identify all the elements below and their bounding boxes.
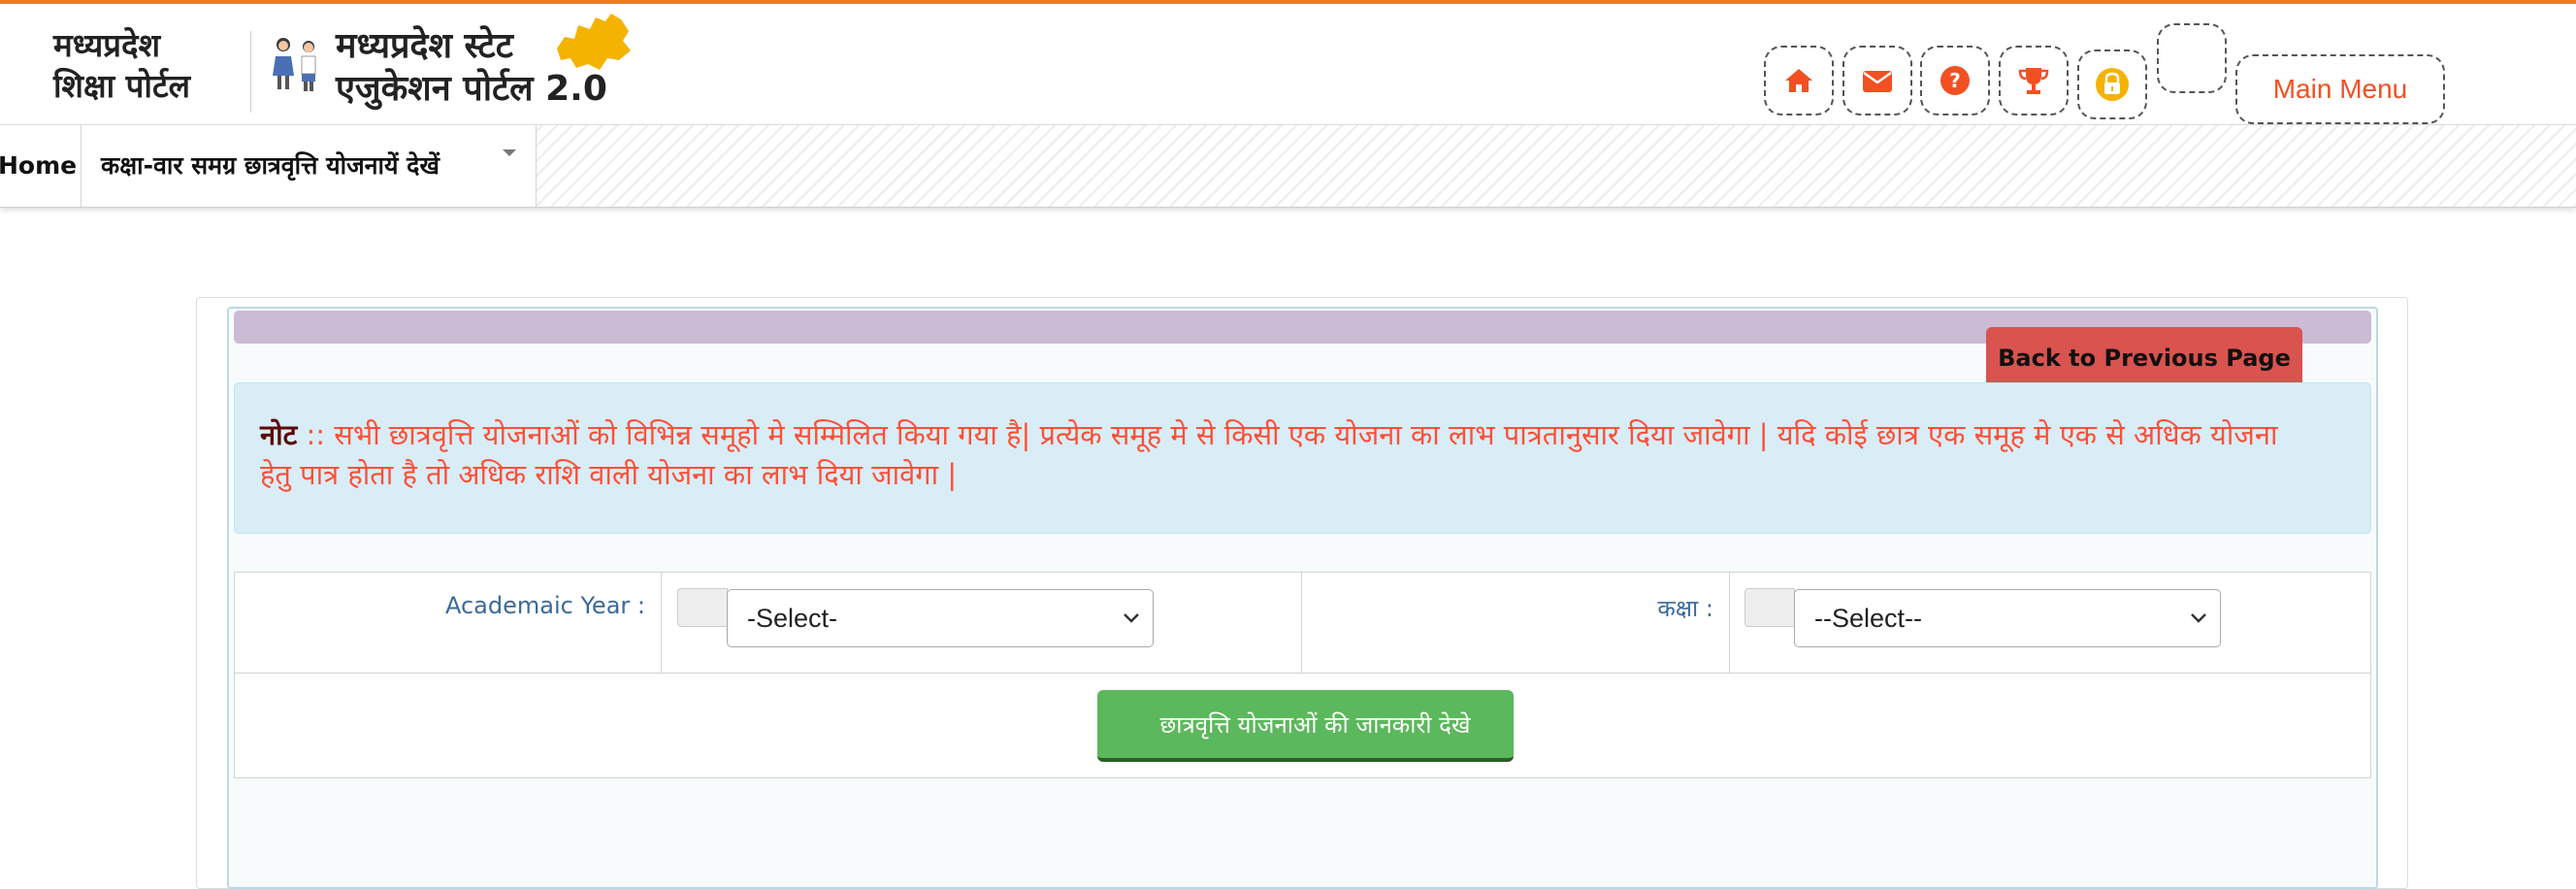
help-button[interactable]: ? <box>1920 46 1990 115</box>
logo-mp-shiksha-portal[interactable]: मध्यप्रदेश शिक्षा पोर्टल <box>53 25 190 107</box>
form-row-divider <box>234 673 2371 674</box>
home-icon <box>1785 69 1812 92</box>
logo-divider <box>250 31 251 113</box>
class-label: कक्षा : <box>1657 595 1713 622</box>
class-selected-value: --Select-- <box>1814 604 1923 633</box>
nav-classwise-scholarships[interactable]: कक्षा-वार समग्र छात्रवृत्ति योजनायें देख… <box>82 125 537 207</box>
mail-button[interactable] <box>1842 46 1912 115</box>
view-scholarship-info-button[interactable]: छात्रवृत्ति योजनाओं की जानकारी देखे <box>1097 690 1514 762</box>
class-addon <box>1745 588 1795 627</box>
form-col-divider-1 <box>661 572 662 674</box>
note-label: नोट <box>260 418 298 451</box>
note-body: :: सभी छात्रवृत्ति योजनाओं को विभिन्न सम… <box>260 418 2278 491</box>
question-circle-icon: ? <box>1940 66 1970 95</box>
login-button[interactable] <box>2077 49 2147 119</box>
logo-left-line2: शिक्षा पोर्टल <box>53 67 190 105</box>
caret-down-icon <box>503 149 516 156</box>
logo-right-line2: एजुकेशन पोर्टल 2.0 <box>336 69 607 109</box>
achievements-button[interactable] <box>1999 46 2069 115</box>
children-icon <box>273 38 316 91</box>
main-menu-button[interactable]: Main Menu <box>2235 54 2445 124</box>
chevron-down-icon <box>1124 613 1139 623</box>
chevron-down-icon <box>2191 613 2206 623</box>
form-col-divider-3 <box>1729 572 1730 674</box>
academic-year-label: Academaic Year : <box>444 592 645 619</box>
navbar: Home कक्षा-वार समग्र छात्रवृत्ति योजनाये… <box>0 124 2576 208</box>
trophy-icon <box>2018 68 2049 94</box>
home-button[interactable] <box>1764 46 1834 115</box>
academic-year-selected-value: -Select- <box>747 604 838 633</box>
logo-left-line1: मध्यप्रदेश <box>53 26 161 64</box>
form-col-divider-2 <box>1301 572 1302 674</box>
note-text: नोट :: सभी छात्रवृत्ति योजनाओं को विभिन्… <box>260 415 2288 495</box>
nav-home[interactable]: Home <box>0 125 82 207</box>
mp-map-icon <box>557 14 631 70</box>
lock-icon <box>2096 68 2129 101</box>
academic-year-select[interactable]: -Select- <box>727 589 1154 647</box>
blank-button[interactable] <box>2157 23 2227 93</box>
envelope-icon <box>1863 71 1892 92</box>
svg-text:?: ? <box>1949 69 1961 92</box>
nav-classwise-label: कक्षा-वार समग्र छात्रवृत्ति योजनायें देख… <box>101 151 440 180</box>
class-select[interactable]: --Select-- <box>1794 589 2221 647</box>
academic-year-addon <box>677 588 728 627</box>
